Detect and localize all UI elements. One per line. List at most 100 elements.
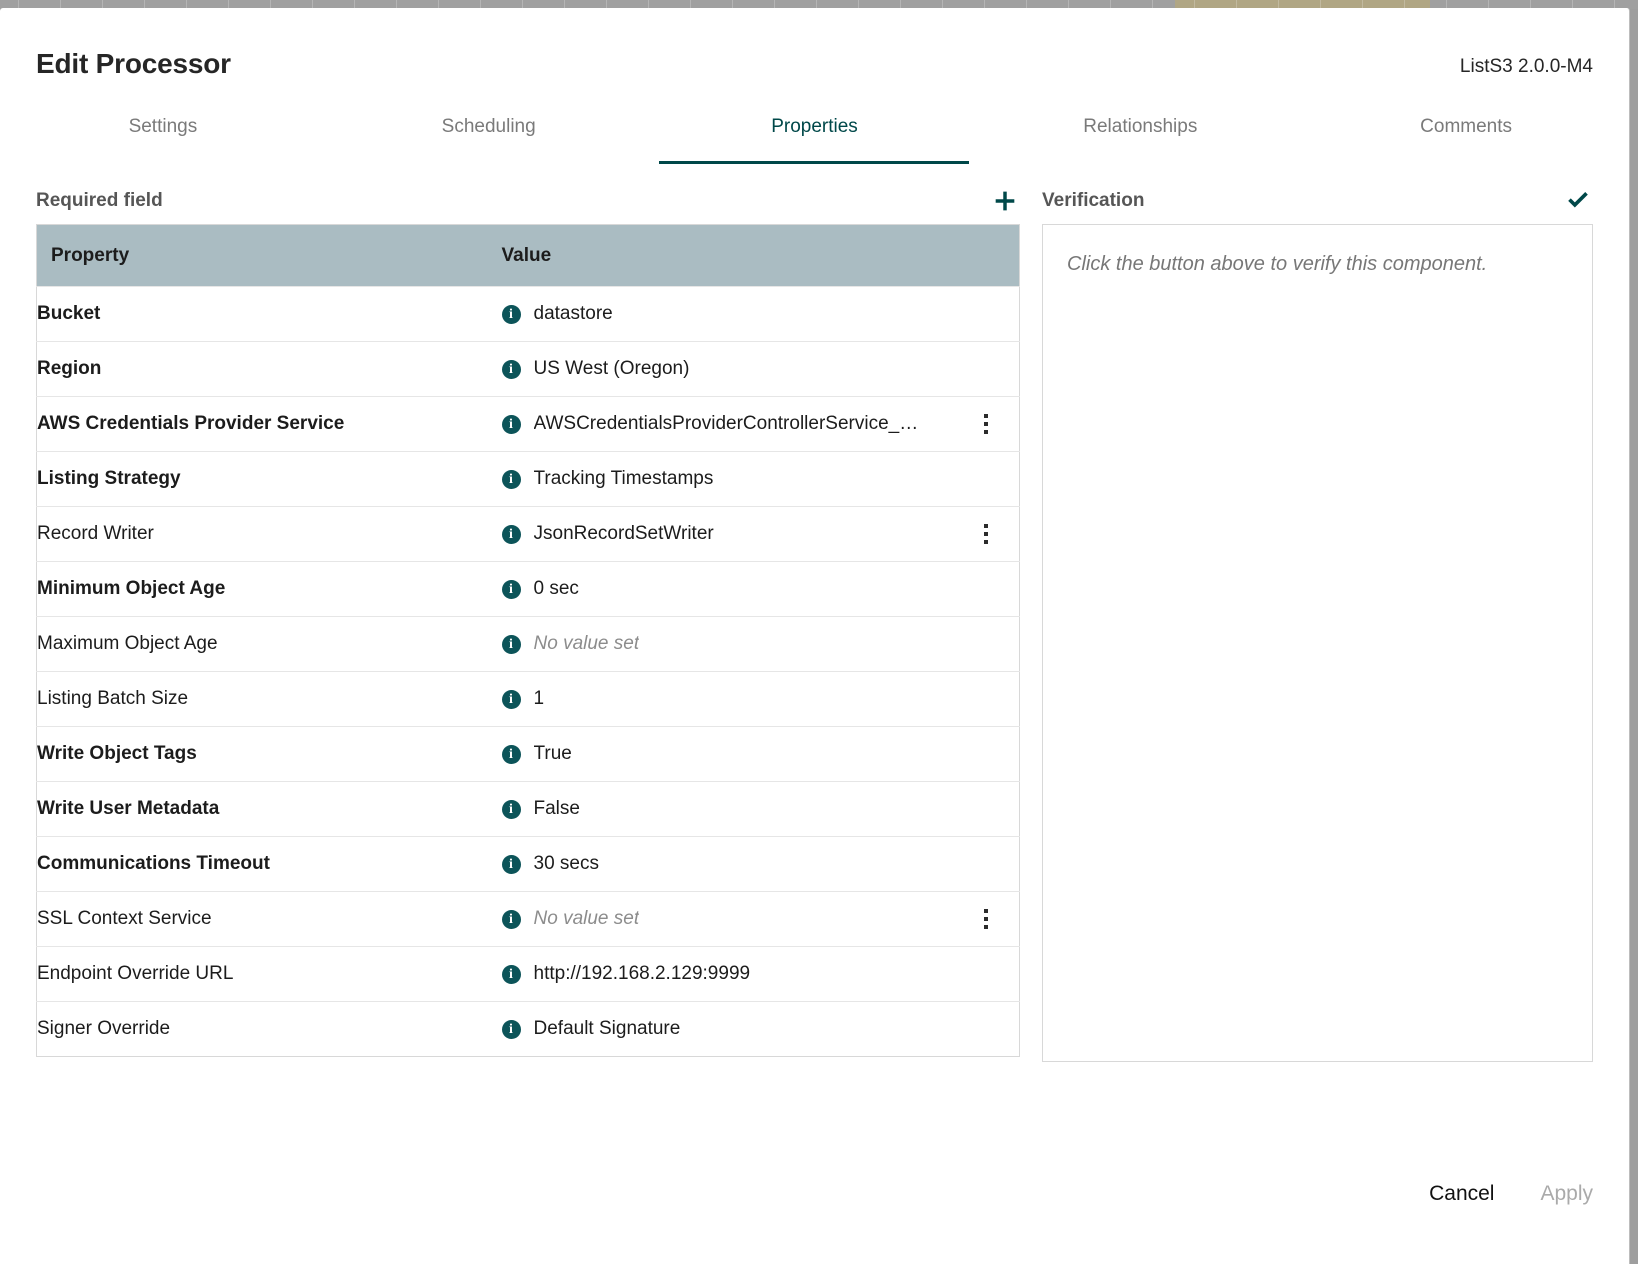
property-value-cell[interactable]: i 30 secs [501, 836, 1020, 892]
value-wrapper: i Tracking Timestamps [501, 468, 1020, 490]
value-wrapper: i1 [501, 688, 1020, 710]
property-name-cell: Maximum Object Age [36, 616, 502, 672]
properties-table-header: Property Value [36, 224, 1020, 287]
info-icon[interactable]: i [501, 469, 521, 489]
info-icon[interactable]: i [501, 909, 521, 929]
table-row[interactable]: Endpoint Override URL i http://192.168.2.1… [36, 946, 1020, 1002]
info-icon[interactable]: i [501, 1019, 521, 1039]
plus-icon[interactable] [990, 186, 1020, 216]
tab-scheduling[interactable]: Scheduling [326, 104, 652, 164]
table-row[interactable]: Minimum Object Age i 0 sec [36, 561, 1020, 617]
property-value-cell[interactable]: i Tracking Timestamps [501, 451, 1020, 507]
property-value-text: http://192.168.2.129:9999 [533, 963, 751, 984]
verification-results-box: Click the button above to verify this co… [1042, 224, 1593, 1062]
value-wrapper: i Default Signature [501, 1018, 1020, 1040]
tab-properties[interactable]: Properties [652, 104, 978, 164]
table-row[interactable]: Maximum Object Age i No value set [36, 616, 1020, 672]
table-row[interactable]: Region i US West (Oregon) [36, 341, 1020, 397]
table-row[interactable]: Communications Timeout i 30 secs [36, 836, 1020, 892]
property-name-cell: Endpoint Override URL [36, 946, 502, 1002]
info-icon[interactable]: i [501, 799, 521, 819]
table-row[interactable]: Write User Metadata i False [36, 781, 1020, 837]
property-value-cell[interactable]: i Default Signature [501, 1001, 1020, 1057]
vertical-ellipsis-icon[interactable] [977, 413, 995, 435]
column-header-value: Value [501, 224, 1020, 287]
value-wrapper: i 30 secs [501, 853, 1020, 875]
table-row[interactable]: SSL Context Service i No value set [36, 891, 1020, 947]
property-value-text: No value set [533, 908, 640, 929]
property-value-text: datastore [533, 303, 613, 324]
property-name-cell: Signer Override [36, 1001, 502, 1057]
vertical-ellipsis-icon[interactable] [977, 523, 995, 545]
verification-placeholder-text: Click the button above to verify this co… [1067, 253, 1488, 275]
table-row[interactable]: AWS Credentials Provider Service i AWSCred… [36, 396, 1020, 452]
check-icon[interactable] [1563, 186, 1593, 216]
property-value-text: AWSCredentialsProviderControllerService_… [533, 413, 919, 434]
properties-section-header: Required field [36, 164, 1020, 224]
info-icon[interactable]: i [501, 579, 521, 599]
tab-relationships[interactable]: Relationships [977, 104, 1303, 164]
property-value-cell[interactable]: i No value set [501, 616, 1020, 672]
property-value-cell[interactable]: i No value set [501, 891, 1020, 947]
value-wrapper: i JsonRecordSetWriter [501, 523, 1020, 545]
info-icon[interactable]: i [501, 524, 521, 544]
table-row[interactable]: Write Object Tags i True [36, 726, 1020, 782]
properties-table-body: Bucket i datastore Region i US West (Oregon) A… [36, 286, 1020, 1057]
property-name-cell: Region [36, 341, 502, 397]
property-value-text: No value set [533, 633, 640, 654]
apply-button: Apply [1540, 1182, 1593, 1205]
dialog-header: Edit Processor ListS3 2.0.0-M4 [0, 8, 1629, 104]
table-row[interactable]: Signer Override i Default Signature [36, 1001, 1020, 1057]
property-name-cell: Record Writer [36, 506, 502, 562]
info-icon[interactable]: i [501, 359, 521, 379]
property-name-cell: Write Object Tags [36, 726, 502, 782]
table-header-row: Property Value [36, 224, 1020, 287]
value-wrapper: i AWSCredentialsProviderControllerService… [501, 413, 1020, 435]
properties-table: Property Value Bucket i datastore Region i US… [36, 224, 1020, 1057]
property-name-cell: Minimum Object Age [36, 561, 502, 617]
vertical-ellipsis-icon[interactable] [977, 908, 995, 930]
info-icon[interactable]: i [501, 854, 521, 874]
property-value-cell[interactable]: i AWSCredentialsProviderControllerService… [501, 396, 1020, 452]
property-value-text: 30 secs [533, 853, 599, 874]
value-wrapper: i datastore [501, 303, 1020, 325]
tab-comments[interactable]: Comments [1303, 104, 1629, 164]
table-row[interactable]: Record Writer i JsonRecordSetWriter [36, 506, 1020, 562]
property-name-cell: Write User Metadata [36, 781, 502, 837]
cancel-button[interactable]: Cancel [1429, 1182, 1494, 1206]
property-value-cell[interactable]: i False [501, 781, 1020, 837]
info-icon[interactable]: i [501, 689, 521, 709]
property-name-cell: Bucket [36, 286, 502, 342]
property-value-cell[interactable]: i True [501, 726, 1020, 782]
info-icon[interactable]: i [501, 744, 521, 764]
property-value-cell[interactable]: i US West (Oregon) [501, 341, 1020, 397]
value-wrapper: i 0 sec [501, 578, 1020, 600]
dialog-body: Required field Property Value Bucket i dat… [0, 164, 1629, 1094]
dialog-tabs: Settings Scheduling Properties Relations… [0, 104, 1629, 164]
property-value-text: False [533, 798, 580, 819]
property-value-text: True [533, 743, 572, 764]
property-value-text: Default Signature [533, 1018, 681, 1039]
properties-column: Required field Property Value Bucket i dat… [36, 164, 1020, 1094]
info-icon[interactable]: i [501, 414, 521, 434]
property-value-cell[interactable]: i datastore [501, 286, 1020, 342]
property-value-cell[interactable]: i http://192.168.2.129:9999 [501, 946, 1020, 1002]
info-icon[interactable]: i [501, 964, 521, 984]
value-wrapper: i No value set [501, 908, 1020, 930]
table-row[interactable]: Listing Batch Size i 1 [36, 671, 1020, 727]
property-name-cell: Communications Timeout [36, 836, 502, 892]
property-value-text: JsonRecordSetWriter [533, 523, 714, 544]
property-value-cell[interactable]: i1 [501, 671, 1020, 727]
property-name-cell: Listing Strategy [36, 451, 502, 507]
dialog-footer: Cancel Apply [0, 1124, 1629, 1264]
verification-section-header: Verification [1042, 164, 1593, 224]
value-wrapper: i No value set [501, 633, 1020, 655]
table-row[interactable]: Listing Strategy i Tracking Timestamps [36, 451, 1020, 507]
property-value-text: Tracking Timestamps [533, 468, 714, 489]
info-icon[interactable]: i [501, 634, 521, 654]
property-value-cell[interactable]: i 0 sec [501, 561, 1020, 617]
tab-settings[interactable]: Settings [0, 104, 326, 164]
property-value-cell[interactable]: i JsonRecordSetWriter [501, 506, 1020, 562]
info-icon[interactable]: i [501, 304, 521, 324]
table-row[interactable]: Bucket i datastore [36, 286, 1020, 342]
